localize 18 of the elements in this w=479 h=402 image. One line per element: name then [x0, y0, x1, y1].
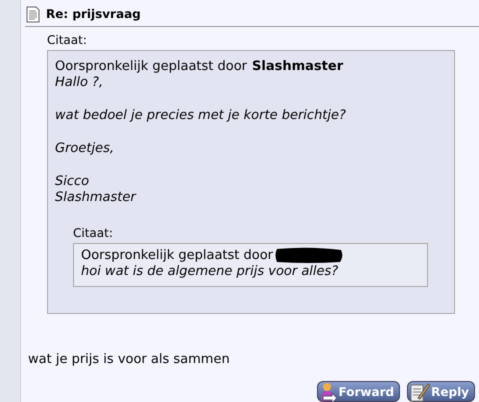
forward-button[interactable]: Forward — [316, 381, 400, 402]
quote-label: Citaat: — [73, 226, 114, 240]
quote-label: Citaat: — [47, 33, 88, 47]
document-pen-icon — [410, 382, 430, 402]
quote-line: Hallo ?, — [55, 75, 104, 91]
quote-line: Groetjes, — [55, 141, 115, 157]
quote-byline: Oorspronkelijk geplaatst door — [55, 59, 248, 74]
message-text: wat je prijs is voor als sammen — [28, 352, 231, 367]
reply-button[interactable]: Reply — [407, 381, 475, 402]
quote-line: Slashmaster — [55, 190, 138, 206]
document-icon — [26, 6, 40, 23]
person-arrow-icon — [320, 382, 338, 402]
post-title: Re: prijsvraag — [46, 7, 141, 22]
quote-author: Slashmaster — [252, 59, 344, 74]
quote-line: wat bedoel je precies met je korte berichtje? — [55, 108, 347, 124]
quote-byline: Oorspronkelijk geplaatst door — [81, 248, 274, 263]
quote-line: hoi wat is de algemene prijs voor alles? — [81, 264, 340, 280]
quote-line: Sicco — [55, 174, 90, 190]
